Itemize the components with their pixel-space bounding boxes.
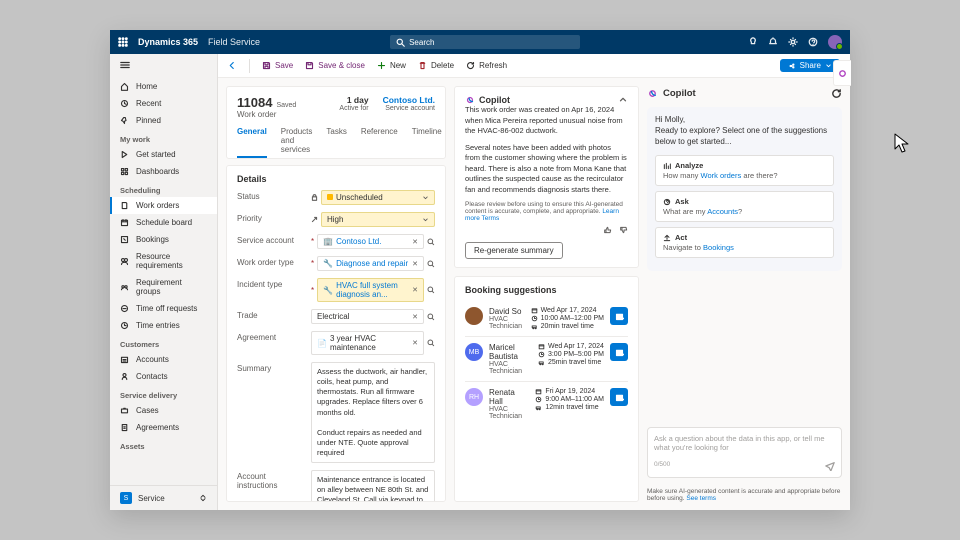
save-button[interactable]: Save	[262, 61, 293, 70]
record-header: 11084Saved Work order 1 dayActive for Co…	[226, 86, 446, 159]
command-bar: Save Save & close New Delete Refresh Sha…	[218, 54, 850, 78]
record-number: 11084	[237, 95, 272, 110]
sidebar-item-cases[interactable]: Cases	[110, 402, 217, 419]
refresh-button[interactable]: Refresh	[466, 61, 507, 70]
booking-suggestion: David SoHVAC Technician Wed Apr 17, 2024…	[465, 301, 628, 336]
refresh-icon[interactable]	[831, 88, 842, 99]
sidebar-item-agreements[interactable]: Agreements	[110, 419, 217, 436]
sidebar-item-get-started[interactable]: Get started	[110, 146, 217, 163]
bell-icon[interactable]	[768, 37, 778, 47]
tab-timeline[interactable]: Timeline	[412, 127, 442, 158]
agreement-field[interactable]: 📄3 year HVAC maintenance✕	[311, 331, 424, 355]
incident-type-field[interactable]: 🔧HVAC full system diagnosis an...✕	[317, 278, 424, 302]
book-button[interactable]	[610, 388, 628, 406]
global-search[interactable]: Search	[390, 35, 580, 49]
chevron-up-icon[interactable]	[618, 95, 628, 105]
send-icon[interactable]	[825, 461, 835, 471]
tab-general[interactable]: General	[237, 127, 267, 158]
sidebar-item-dashboards[interactable]: Dashboards	[110, 163, 217, 180]
booking-suggestion: RH Renata HallHVAC Technician Fri Apr 19…	[465, 381, 628, 426]
summary-field[interactable]: Assess the ductwork, air handler, coils,…	[311, 362, 435, 463]
search-icon[interactable]	[427, 339, 435, 347]
edge-copilot-toggle[interactable]	[833, 60, 851, 86]
sidebar-item-requirement-groups[interactable]: Requirement groups	[110, 274, 217, 300]
titlebar: Dynamics 365 Field Service Search	[110, 30, 850, 54]
search-icon[interactable]	[427, 238, 435, 246]
trade-field[interactable]: Electrical✕	[311, 309, 424, 324]
hamburger-icon[interactable]	[110, 54, 217, 78]
regenerate-button[interactable]: Re-generate summary	[465, 242, 563, 259]
sidebar-item-time-off-requests[interactable]: Time off requests	[110, 300, 217, 317]
gear-icon[interactable]	[788, 37, 798, 47]
saved-indicator: Saved	[276, 102, 296, 109]
record-type: Work order	[237, 110, 296, 119]
status-field[interactable]: Unscheduled	[321, 190, 435, 205]
copilot-welcome-card: Hi Molly,Ready to explore? Select one of…	[647, 107, 842, 271]
copilot-summary-card: Copilot This work order was created on A…	[454, 86, 639, 268]
tab-tasks[interactable]: Tasks	[326, 127, 346, 158]
search-icon[interactable]	[427, 313, 435, 321]
copilot-suggestion-ask[interactable]: Ask What are my Accounts?	[655, 191, 834, 222]
book-button[interactable]	[610, 307, 628, 325]
tab-products-and-services[interactable]: Products and services	[281, 127, 313, 158]
service-account-field[interactable]: 🏢Contoso Ltd.✕	[317, 234, 424, 249]
copilot-suggestion-analyze[interactable]: Analyze How many Work orders are there?	[655, 155, 834, 186]
search-icon[interactable]	[427, 286, 435, 294]
share-button[interactable]: Share	[780, 59, 840, 72]
sidebar-item-accounts[interactable]: Accounts	[110, 351, 217, 368]
ai-disclaimer: Make sure AI-generated content is accura…	[647, 488, 842, 502]
area-switcher[interactable]: S Service	[110, 485, 217, 510]
user-avatar[interactable]	[828, 35, 842, 49]
details-card: Details StatusUnscheduled PriorityHigh S…	[226, 165, 446, 502]
copilot-panel-header: Copilot	[647, 86, 842, 101]
tab-reference[interactable]: Reference	[361, 127, 398, 158]
thumbs-up-icon[interactable]	[604, 226, 612, 234]
thumbs-down-icon[interactable]	[620, 226, 628, 234]
service-account-link[interactable]: Contoso Ltd.	[383, 95, 435, 105]
search-icon[interactable]	[427, 260, 435, 268]
lightbulb-icon[interactable]	[748, 37, 758, 47]
back-button[interactable]	[228, 61, 237, 70]
details-title: Details	[237, 174, 435, 184]
service-label: Field Service	[208, 37, 260, 47]
copilot-chat-input[interactable]: Ask a question about the data in this ap…	[647, 427, 842, 479]
sidebar-item-contacts[interactable]: Contacts	[110, 368, 217, 385]
new-button[interactable]: New	[377, 61, 406, 70]
app-launcher-icon[interactable]	[118, 37, 128, 47]
book-button[interactable]	[610, 343, 628, 361]
instructions-field[interactable]: Maintenance entrance is located on alley…	[311, 470, 435, 502]
sidebar-item-time-entries[interactable]: Time entries	[110, 317, 217, 334]
sidebar: HomeRecentPinned My workGet startedDashb…	[110, 54, 218, 510]
sidebar-item-bookings[interactable]: Bookings	[110, 231, 217, 248]
sidebar-item-pinned[interactable]: Pinned	[110, 112, 217, 129]
area-label: Service	[138, 494, 165, 503]
sidebar-item-recent[interactable]: Recent	[110, 95, 217, 112]
terms-link[interactable]: Terms	[482, 215, 500, 222]
help-icon[interactable]	[808, 37, 818, 47]
copilot-suggestion-act[interactable]: Act Navigate to Bookings	[655, 227, 834, 258]
booking-suggestion: MB Maricel BautistaHVAC Technician Wed A…	[465, 336, 628, 381]
sidebar-item-work-orders[interactable]: Work orders	[110, 197, 217, 214]
work-order-type-field[interactable]: 🔧Diagnose and repair✕	[317, 256, 424, 271]
save-close-button[interactable]: Save & close	[305, 61, 365, 70]
booking-suggestions-card: Booking suggestions David SoHVAC Technic…	[454, 276, 639, 502]
delete-button[interactable]: Delete	[418, 61, 454, 70]
search-placeholder: Search	[409, 38, 434, 47]
brand-label: Dynamics 365	[138, 37, 198, 47]
terms-link[interactable]: See terms	[686, 495, 716, 502]
copilot-greeting: Hi Molly,Ready to explore? Select one of…	[655, 115, 834, 147]
mouse-cursor	[894, 133, 910, 155]
sidebar-item-schedule-board[interactable]: Schedule board	[110, 214, 217, 231]
sidebar-item-home[interactable]: Home	[110, 78, 217, 95]
priority-field[interactable]: High	[321, 212, 435, 227]
sidebar-item-resource-requirements[interactable]: Resource requirements	[110, 248, 217, 274]
